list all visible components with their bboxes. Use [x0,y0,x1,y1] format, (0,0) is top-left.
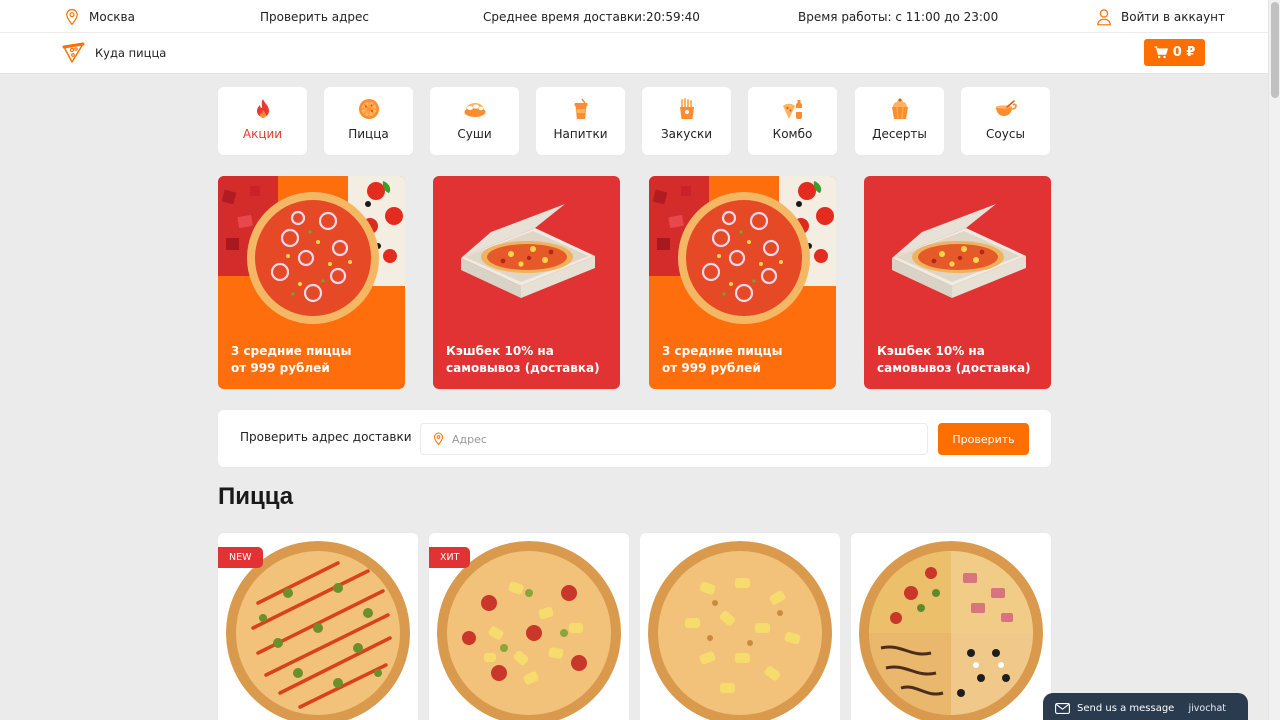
banner-text: Кэшбек 10% на самовывоз (доставка) [446,344,600,375]
logo[interactable]: Куда пицца [62,41,166,64]
sushi-icon [463,97,487,121]
pizza-promo-image [649,176,836,324]
promo-banner-cashback[interactable]: Кэшбек 10% на самовывоз (доставка) [433,176,620,389]
top-bar: Москва Проверить адрес Среднее время дос… [0,0,1268,33]
cart-icon [1154,46,1168,59]
combo-icon [781,97,805,121]
product-card[interactable] [851,533,1051,720]
category-snacks[interactable]: Закуски [642,87,731,155]
banner-text: 3 средние пиццы от 999 рублей [231,344,352,375]
chat-label: Send us a message [1077,702,1175,714]
category-label: Акции [242,127,283,141]
chat-brand: jivochat [1188,702,1226,714]
work-hours: Время работы: с 11:00 до 23:00 [798,9,999,24]
pizza-pineapple-image [648,541,832,720]
product-card[interactable]: ХИТ [429,533,629,720]
category-label: Комбо [772,127,813,141]
banner-text: Кэшбек 10% на самовывоз (доставка) [877,344,1031,375]
promo-banner-3-pizzas[interactable]: 3 средние пиццы от 999 рублей [649,176,836,389]
category-label: Десерты [872,127,927,141]
category-combo[interactable]: Комбо [748,87,837,155]
category-label: Пицца [348,127,389,141]
pizza-icon [357,97,381,121]
category-label: Закуски [660,127,713,141]
category-label: Соусы [986,127,1025,141]
delivery-time: Среднее время доставки: 20:59:40 [483,0,700,33]
cart-button[interactable]: 0 ₽ [1144,39,1205,66]
product-card[interactable]: NEW [218,533,418,720]
check-address-link[interactable]: Проверить адрес [260,0,369,33]
product-badge-hit: ХИТ [429,547,471,568]
page-scrollbar[interactable] [1268,0,1280,720]
category-promotions[interactable]: Акции [218,87,307,155]
dessert-icon [888,97,912,121]
banner-text: 3 средние пиццы от 999 рублей [662,344,783,375]
pizza-box-image [461,204,595,298]
address-check-panel: Проверить адрес доставки Адрес Проверить [218,410,1051,467]
pizza-box-image [892,204,1026,298]
login-link[interactable]: Войти в аккаунт [1096,0,1225,33]
pizza-slice-logo-icon [62,42,85,63]
logo-text: Куда пицца [95,45,167,60]
location-pin-icon [66,8,78,25]
promo-banner-3-pizzas[interactable]: 3 средние пиццы от 999 рублей [218,176,405,389]
address-check-label: Проверить адрес доставки [240,430,412,444]
delivery-time-value: 20:59:40 [646,9,700,24]
check-address-button[interactable]: Проверить [938,423,1029,455]
address-placeholder: Адрес [452,432,487,446]
address-input[interactable]: Адрес [420,423,928,455]
category-label: Напитки [553,127,608,141]
product-card[interactable] [640,533,840,720]
section-title: Пицца [218,483,294,510]
pizza-four-quarters-image [859,541,1043,720]
category-sauces[interactable]: Соусы [961,87,1050,155]
pizza-promo-image [218,176,405,324]
product-badge-new: NEW [218,547,263,568]
cart-total: 0 ₽ [1172,45,1196,60]
location-pin-icon [433,432,444,446]
delivery-time-label: Среднее время доставки: [483,9,647,24]
category-sushi[interactable]: Суши [430,87,519,155]
city-selector[interactable]: Москва [64,0,135,33]
flame-icon [251,97,275,121]
category-desserts[interactable]: Десерты [855,87,944,155]
category-pizza[interactable]: Пицца [324,87,413,155]
main-header: Куда пицца 0 ₽ [0,33,1268,74]
promo-banner-cashback[interactable]: Кэшбек 10% на самовывоз (доставка) [864,176,1051,389]
user-icon [1097,8,1111,25]
drink-icon [569,97,593,121]
scroll-thumb[interactable] [1271,2,1279,98]
message-icon [1055,702,1070,714]
city-label: Москва [89,9,135,24]
fries-icon [675,97,699,121]
category-label: Суши [457,127,492,141]
sauce-icon [994,97,1018,121]
category-drinks[interactable]: Напитки [536,87,625,155]
chat-widget[interactable]: Send us a message jivochat [1043,693,1248,720]
